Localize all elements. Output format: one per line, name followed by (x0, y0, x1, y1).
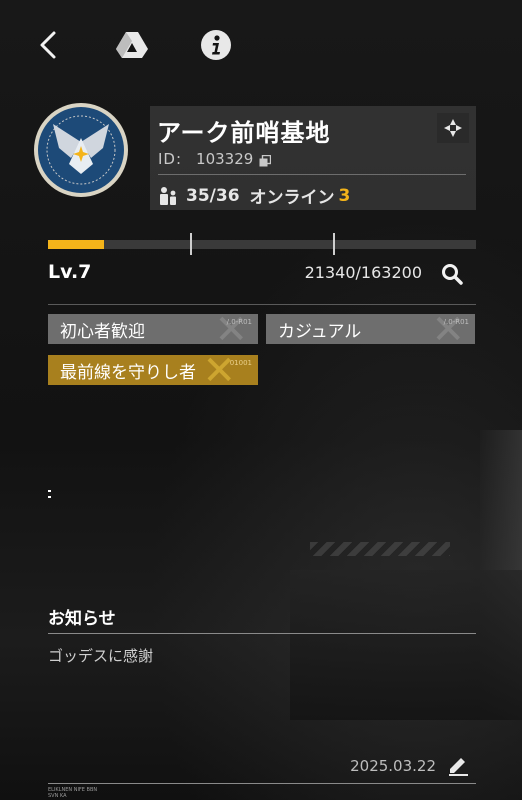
notice-date: 2025.03.22 (350, 757, 436, 775)
guild-id-value: 103329 (196, 150, 254, 168)
guild-tag-achievement[interactable]: ✕ 01001 最前線を守りし者 (48, 355, 258, 385)
top-toolbar (30, 22, 234, 68)
info-button[interactable] (198, 27, 234, 63)
guild-emblem (33, 102, 129, 198)
notice-body: ゴッデスに感謝 (48, 647, 154, 665)
search-button[interactable] (436, 258, 468, 290)
header-divider (158, 174, 466, 175)
guild-level: Lv.7 (48, 261, 92, 283)
guild-exp: 21340/163200 (304, 263, 422, 282)
triangle-drive-icon (116, 32, 148, 58)
notice-title: お知らせ (48, 609, 116, 629)
back-button[interactable] (30, 27, 66, 63)
members-icon (160, 186, 176, 205)
progress-tick (190, 233, 192, 255)
online-label: オンライン (249, 188, 335, 208)
pencil-icon (449, 758, 468, 776)
crosshair-icon (444, 119, 462, 137)
section-divider (48, 304, 476, 305)
guild-name: アーク前哨基地 (157, 119, 331, 147)
tag-label: カジュアル (278, 321, 362, 342)
search-icon (442, 264, 463, 285)
footer-watermark: ELIKLNEN NIFE BBN SVN KA (48, 787, 97, 799)
edit-notice-button[interactable] (443, 750, 473, 780)
exp-progress-fill (48, 240, 105, 249)
tag-code: 01001 (229, 359, 252, 367)
footer-line: SVN KA (48, 793, 67, 799)
notice-divider (48, 633, 476, 634)
exp-progress-bar (48, 240, 476, 249)
info-icon (201, 30, 231, 60)
footer-divider (48, 783, 476, 784)
scroll-indicator (48, 490, 51, 498)
chevron-left-icon (40, 31, 56, 59)
drive-button[interactable] (114, 27, 150, 63)
tag-code: /.0-R01 (226, 318, 252, 326)
online-count: 3 (338, 185, 351, 206)
tag-code: /.0-R01 (443, 318, 469, 326)
guild-id-label: ID: (158, 150, 183, 168)
guild-id-row: ID: 103329 (158, 150, 272, 168)
member-count: 35/36 (186, 185, 240, 206)
tag-label: 初心者歓迎 (60, 321, 145, 342)
member-row: 35/36 オンライン 3 (158, 183, 350, 208)
locate-button[interactable] (437, 113, 469, 143)
copy-icon[interactable] (259, 153, 272, 167)
tag-label: 最前線を守りし者 (60, 362, 196, 383)
background-block (290, 570, 522, 720)
background-hazard-stripes (310, 542, 450, 556)
guild-tag[interactable]: ✕ /.0-R01 カジュアル (266, 314, 475, 344)
progress-tick (333, 233, 335, 255)
guild-tag[interactable]: ✕ /.0-R01 初心者歓迎 (48, 314, 258, 344)
